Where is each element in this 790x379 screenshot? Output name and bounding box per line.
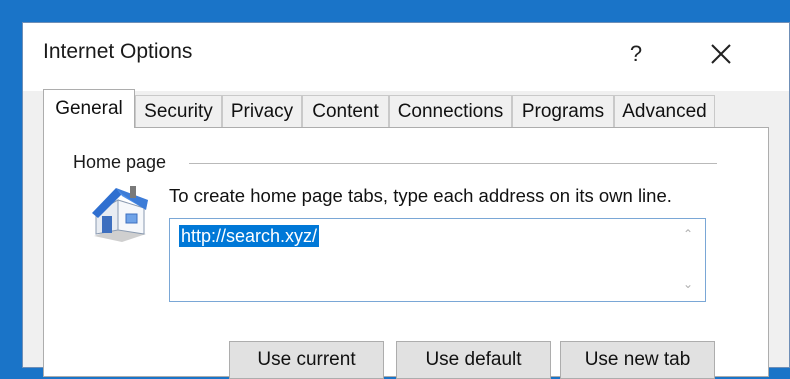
tab-connections[interactable]: Connections [389,95,512,127]
internet-options-window: Internet Options ? General Security Priv… [22,22,790,379]
tab-advanced[interactable]: Advanced [614,95,715,127]
house-icon [92,186,148,242]
tab-programs[interactable]: Programs [512,95,614,127]
general-tab-panel: Home page To create home page tabs, type… [43,127,769,379]
home-page-description: To create home page tabs, type each addr… [169,185,672,206]
use-new-tab-button[interactable]: Use new tab [560,341,715,379]
close-button[interactable] [704,39,738,69]
tab-privacy[interactable]: Privacy [222,95,302,127]
tab-general[interactable]: General [43,89,135,128]
home-page-address-value[interactable]: http://search.xyz/ [179,225,320,247]
home-page-address-input[interactable]: http://search.xyz/ ⌃ ⌄ [169,218,706,302]
close-icon [711,44,731,64]
tab-content[interactable]: Content [302,95,389,127]
tab-security[interactable]: Security [135,95,222,127]
home-page-group-label: Home page [71,152,173,173]
help-button[interactable]: ? [621,39,651,69]
scroll-down-icon[interactable]: ⌄ [679,277,697,295]
scroll-up-icon[interactable]: ⌃ [679,227,697,245]
group-divider [189,163,717,164]
window-title: Internet Options [43,40,193,63]
use-current-button[interactable]: Use current [229,341,384,379]
use-default-button[interactable]: Use default [396,341,551,379]
